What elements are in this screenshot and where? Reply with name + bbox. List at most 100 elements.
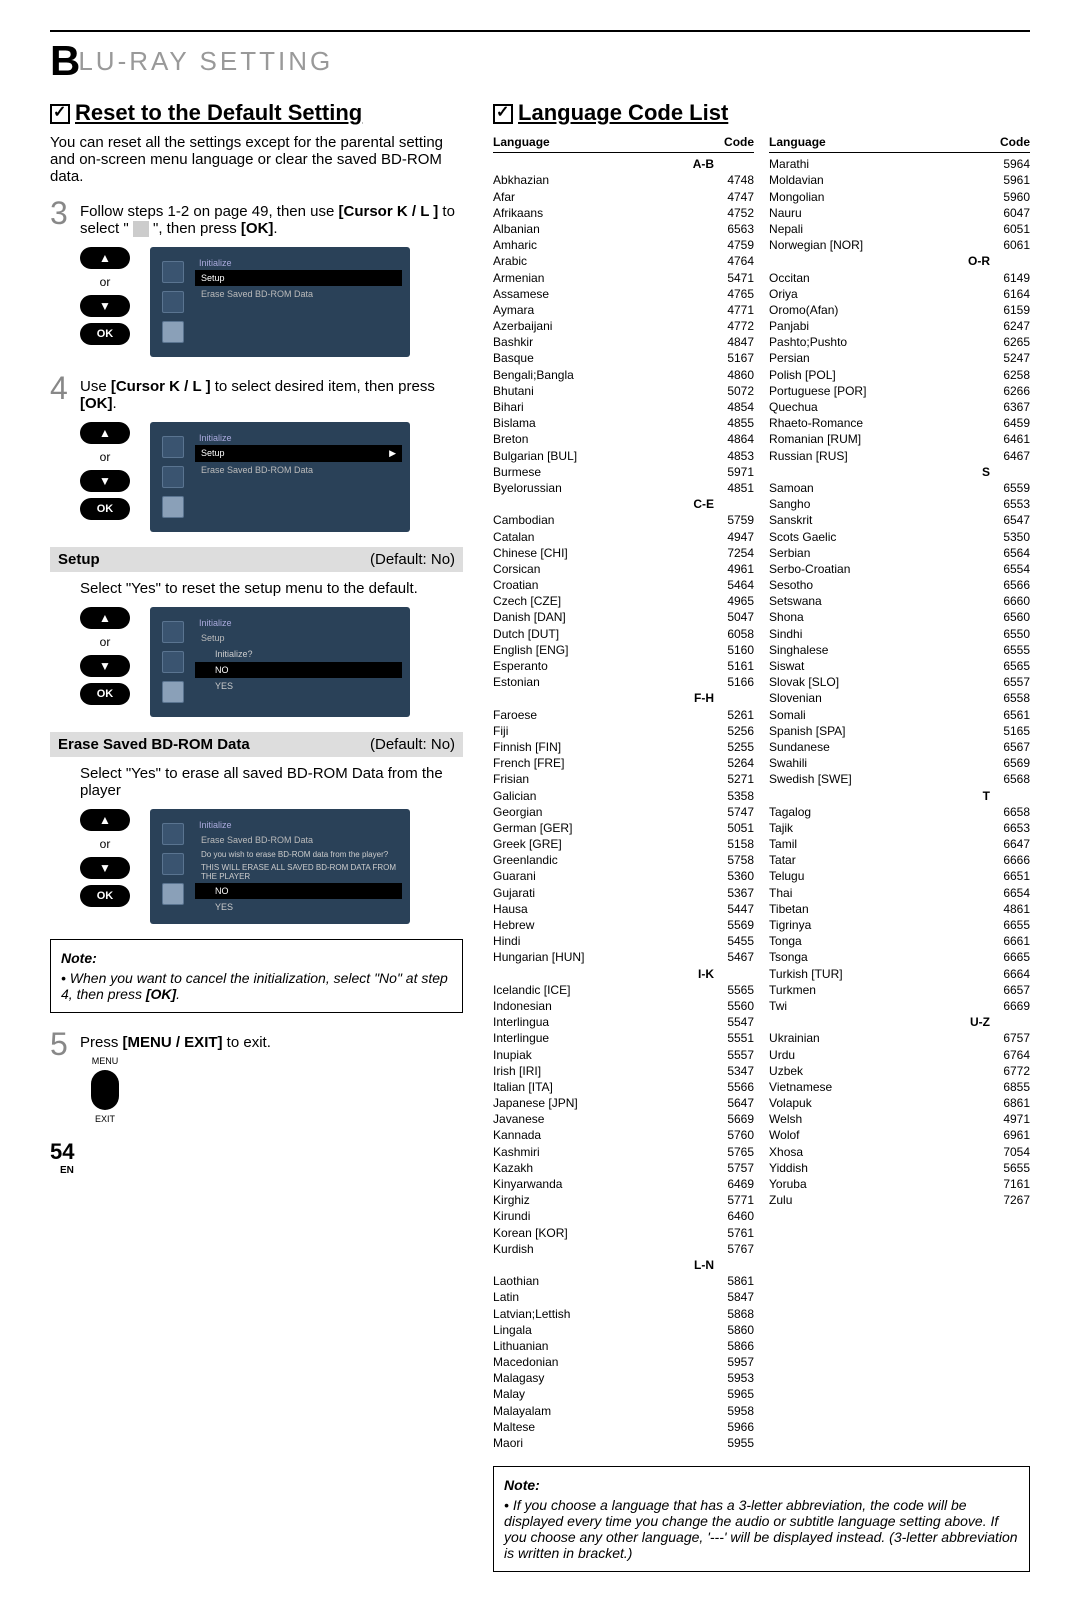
lang-row: Estonian5166: [493, 674, 754, 690]
lang-row: Latin5847: [493, 1289, 754, 1305]
step-5-text: Press [MENU / EXIT] to exit. MENU EXIT: [80, 1028, 463, 1124]
lang-row: Occitan6149: [769, 270, 1030, 286]
lang-row: Guarani5360: [493, 868, 754, 884]
lang-row: Spanish [SPA]5165: [769, 723, 1030, 739]
lang-row: Nauru6047: [769, 205, 1030, 221]
lang-list-title: Language Code List: [493, 100, 1030, 126]
lang-row: Tigrinya6655: [769, 917, 1030, 933]
lang-row: Catalan4947: [493, 529, 754, 545]
lang-row: Yoruba7161: [769, 1176, 1030, 1192]
lang-row: Hungarian [HUN]5467: [493, 949, 754, 965]
osd-icon: [162, 291, 184, 313]
lang-row: Sanskrit6547: [769, 512, 1030, 528]
osd-screen-3: Initialize Setup Initialize? NO YES: [150, 607, 410, 717]
lang-row: Uzbek6772: [769, 1063, 1030, 1079]
page-number: 54 EN: [50, 1139, 463, 1176]
up-button-icon: ▲: [80, 422, 130, 444]
lang-row: Zulu7267: [769, 1192, 1030, 1208]
step-4-text: Use [Cursor K / L ] to select desired it…: [80, 372, 463, 412]
step-3-num: 3: [50, 197, 72, 237]
setup-setting-row: Setup (Default: No): [50, 547, 463, 572]
lang-section-header: U-Z: [769, 1014, 1030, 1030]
ok-button-icon: OK: [80, 323, 130, 345]
lang-row: Finnish [FIN]5255: [493, 739, 754, 755]
lang-row: Turkmen6657: [769, 982, 1030, 998]
lang-row: Basque5167: [493, 350, 754, 366]
lang-row: Romanian [RUM]6461: [769, 431, 1030, 447]
lang-row: Macedonian5957: [493, 1354, 754, 1370]
lang-row: Interlingua5547: [493, 1014, 754, 1030]
header-text: LU-RAY SETTING: [78, 46, 333, 77]
lang-row: Hindi5455: [493, 933, 754, 949]
lang-row: Pashto;Pushto6265: [769, 334, 1030, 350]
lang-row: Twi6669: [769, 998, 1030, 1014]
lang-row: Interlingue5551: [493, 1030, 754, 1046]
lang-row: Slovak [SLO]6557: [769, 674, 1030, 690]
lang-row: Singhalese6555: [769, 642, 1030, 658]
lang-row: Siswat6565: [769, 658, 1030, 674]
lang-row: Mongolian5960: [769, 189, 1030, 205]
lang-row: Marathi5964: [769, 156, 1030, 172]
osd-icon-selected: [162, 681, 184, 703]
lang-row: Bashkir4847: [493, 334, 754, 350]
lang-row: Kinyarwanda6469: [493, 1176, 754, 1192]
remote-diagram-4: ▲ or ▼ OK: [80, 809, 130, 907]
lang-row: Malay5965: [493, 1386, 754, 1402]
lang-row: Tibetan4861: [769, 901, 1030, 917]
lang-row: Kazakh5757: [493, 1160, 754, 1176]
lang-row: Sesotho6566: [769, 577, 1030, 593]
lang-row: Quechua6367: [769, 399, 1030, 415]
lang-row: Russian [RUS]6467: [769, 448, 1030, 464]
menu-exit-button-icon: [91, 1070, 119, 1110]
lang-row: Dutch [DUT]6058: [493, 626, 754, 642]
lang-section-header: L-N: [493, 1257, 754, 1273]
osd-icon-selected: [162, 321, 184, 343]
lang-row: Czech [CZE]4965: [493, 593, 754, 609]
lang-row: Tonga6661: [769, 933, 1030, 949]
lang-row: Frisian5271: [493, 771, 754, 787]
lang-row: Somali6561: [769, 707, 1030, 723]
step-5-num: 5: [50, 1028, 72, 1124]
lang-row: Kurdish5767: [493, 1241, 754, 1257]
lang-row: Laothian5861: [493, 1273, 754, 1289]
lang-row: Sindhi6550: [769, 626, 1030, 642]
lang-row: Corsican4961: [493, 561, 754, 577]
language-table: LanguageCode A-BAbkhazian4748Afar4747Afr…: [493, 134, 1030, 1451]
lang-row: Setswana6660: [769, 593, 1030, 609]
step-4-num: 4: [50, 372, 72, 412]
osd-icon: [162, 651, 184, 673]
lang-section-header: F-H: [493, 690, 754, 706]
osd-screen-4: Initialize Erase Saved BD-ROM Data Do yo…: [150, 809, 410, 924]
lang-row: Hebrew5569: [493, 917, 754, 933]
lang-row: Scots Gaelic5350: [769, 529, 1030, 545]
up-button-icon: ▲: [80, 607, 130, 629]
lang-row: Tagalog6658: [769, 804, 1030, 820]
init-icon: [133, 221, 149, 237]
lang-row: Hausa5447: [493, 901, 754, 917]
lang-row: Lingala5860: [493, 1322, 754, 1338]
lang-row: Amharic4759: [493, 237, 754, 253]
up-button-icon: ▲: [80, 809, 130, 831]
reset-title: Reset to the Default Setting: [50, 100, 463, 126]
check-icon: [50, 104, 70, 124]
lang-row: Bengali;Bangla4860: [493, 367, 754, 383]
lang-row: Thai6654: [769, 885, 1030, 901]
remote-diagram-2: ▲ or ▼ OK: [80, 422, 130, 520]
osd-icon: [162, 621, 184, 643]
ok-button-icon: OK: [80, 683, 130, 705]
osd-screen-2: Initialize Setup▶ Erase Saved BD-ROM Dat…: [150, 422, 410, 532]
lang-row: Arabic4764: [493, 253, 754, 269]
remote-diagram-3: ▲ or ▼ OK: [80, 607, 130, 705]
lang-row: Albanian6563: [493, 221, 754, 237]
step-3-text: Follow steps 1-2 on page 49, then use [C…: [80, 197, 463, 237]
lang-row: Ukrainian6757: [769, 1030, 1030, 1046]
lang-row: Rhaeto-Romance6459: [769, 415, 1030, 431]
lang-row: Gujarati5367: [493, 885, 754, 901]
osd-icon: [162, 853, 184, 875]
lang-section-header: S: [769, 464, 1030, 480]
lang-row: Kannada5760: [493, 1127, 754, 1143]
lang-row: Fiji5256: [493, 723, 754, 739]
lang-row: Esperanto5161: [493, 658, 754, 674]
lang-row: Korean [KOR]5761: [493, 1225, 754, 1241]
lang-section-header: I-K: [493, 966, 754, 982]
